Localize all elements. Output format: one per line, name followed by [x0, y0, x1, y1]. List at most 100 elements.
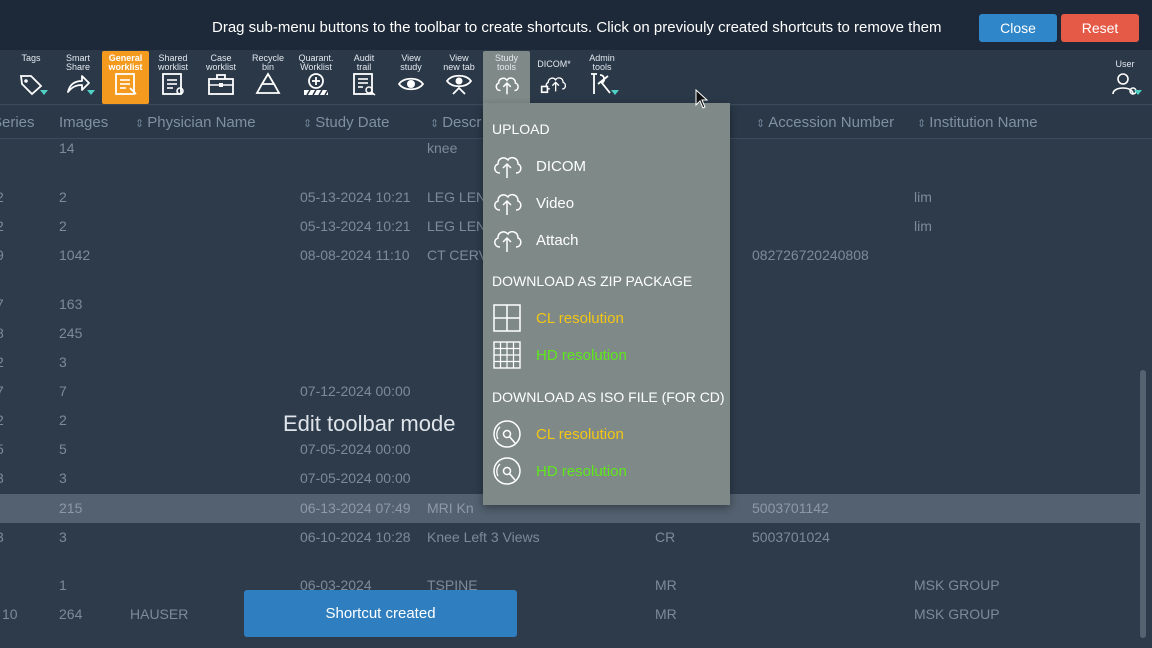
cell-images: 2	[59, 189, 67, 205]
toolbar-label: Recycle bin	[251, 53, 284, 72]
cell-images: 1042	[59, 247, 91, 263]
cell-images: 3	[59, 470, 67, 486]
cell-study-date: 07-05-2024 00:00	[300, 441, 411, 457]
cell-study-date: 06-10-2024 10:28	[300, 529, 411, 545]
toolbar-label: Case worklist	[205, 53, 236, 72]
briefcase-icon	[207, 71, 235, 97]
column-header-study-date[interactable]: ⇕ Study Date	[303, 114, 389, 131]
cell-description: knee	[427, 140, 458, 156]
audit-icon	[350, 71, 378, 97]
toolbar-label: Study tools	[494, 53, 518, 72]
menu-item-label: CL resolution	[536, 309, 624, 327]
toolbar-recycle-bin[interactable]: Recycle bin	[248, 51, 288, 104]
column-header-images[interactable]: Images	[59, 114, 108, 131]
vertical-scrollbar[interactable]	[1140, 370, 1146, 638]
table-row[interactable]: 1 06-03-2024 TSPINE MR MSK GROUP	[0, 571, 1140, 600]
edit-mode-label: Edit toolbar mode	[283, 411, 456, 436]
disc-icon	[491, 418, 523, 450]
column-header-physician[interactable]: ⇕ Physician Name	[135, 114, 256, 131]
cell-series: 2	[0, 354, 4, 370]
cell-images: 14	[59, 140, 75, 156]
close-button[interactable]: Close	[979, 14, 1057, 42]
toolbar-study-tools[interactable]: Study tools	[483, 51, 530, 104]
cell-series: 3	[0, 529, 4, 545]
cell-study-date: 06-13-2024 07:49	[300, 500, 411, 516]
admin-tools-icon	[588, 71, 619, 97]
menu-item-zip-hd-resolution[interactable]: HD resolution	[491, 338, 721, 372]
cell-modality: CR	[655, 529, 676, 545]
cell-physician: HAUSER	[130, 606, 189, 622]
toolbar-smart-share[interactable]: Smart Share	[58, 51, 98, 104]
cell-modality: MR	[655, 577, 677, 593]
cloud-upload-icon	[493, 71, 521, 97]
sort-icon: ⇕	[135, 118, 145, 130]
menu-item-iso-cl-resolution[interactable]: CL resolution	[491, 417, 721, 451]
menu-item-upload-video[interactable]: Video	[491, 186, 721, 220]
toolbar-label: Quarant. Worklist	[298, 53, 334, 72]
edit-toolbar-banner: Drag sub-menu buttons to the toolbar to …	[0, 0, 1152, 50]
toolbar-audit-trail[interactable]: Audit trail	[344, 51, 384, 104]
menu-item-label: Video	[536, 194, 575, 212]
toolbar-label: Admin tools	[589, 53, 615, 72]
column-header-description[interactable]: ⇕ Descr	[430, 114, 481, 131]
quarantine-icon	[302, 71, 330, 97]
menu-heading-upload: UPLOAD	[492, 121, 550, 137]
toolbar-quarantine-worklist[interactable]: Quarant. Worklist	[294, 51, 338, 104]
toolbar-admin-tools[interactable]: Admin tools	[582, 51, 622, 104]
menu-item-iso-hd-resolution[interactable]: HD resolution	[491, 454, 721, 488]
cell-images: 1	[59, 577, 67, 593]
column-header-institution[interactable]: ⇕ Institution Name	[917, 114, 1038, 131]
cell-series: 10	[2, 606, 18, 622]
toolbar-label: General worklist	[108, 53, 143, 72]
shortcut-created-toast: Shortcut created	[244, 590, 517, 637]
cell-images: 2	[59, 412, 67, 428]
sort-icon: ⇕	[430, 118, 440, 130]
cloud-upload-icon	[491, 150, 523, 182]
menu-heading-iso: DOWNLOAD AS ISO FILE (FOR CD)	[492, 389, 725, 405]
toolbar-view-new-tab[interactable]: View new tab	[437, 51, 481, 104]
cell-series: 7	[0, 383, 4, 399]
cell-images: 5	[59, 441, 67, 457]
menu-item-zip-cl-resolution[interactable]: CL resolution	[491, 301, 721, 335]
toolbar-label: User	[1115, 59, 1135, 69]
menu-heading-zip: DOWNLOAD AS ZIP PACKAGE	[492, 273, 693, 289]
toolbar-general-worklist[interactable]: General worklist	[102, 51, 149, 104]
recycle-icon	[254, 71, 282, 97]
cell-series: 2	[0, 218, 4, 234]
user-settings-icon	[1111, 71, 1142, 97]
toolbar-shared-worklist[interactable]: Shared worklist	[152, 51, 194, 104]
table-row[interactable]: 10 264 HAUSER MR MSK GROUP	[0, 600, 1140, 629]
cell-images: 3	[59, 529, 67, 545]
toolbar-tags[interactable]: Tags	[12, 51, 50, 104]
table-row[interactable]: 3 3 06-10-2024 10:28 Knee Left 3 Views C…	[0, 523, 1140, 552]
cell-series: 9	[0, 247, 4, 263]
toolbar-label: DICOM*	[537, 59, 571, 69]
column-header-series[interactable]: Series	[0, 114, 35, 131]
toolbar-dicom[interactable]: DICOM*	[532, 51, 576, 104]
menu-item-label: HD resolution	[536, 462, 627, 480]
cell-series: 7	[0, 296, 4, 312]
cell-images: 264	[59, 606, 83, 622]
cell-images: 215	[59, 500, 83, 516]
column-header-accession[interactable]: ⇕ Accession Number	[756, 114, 894, 131]
menu-item-label: HD resolution	[536, 346, 627, 364]
mouse-cursor-icon	[695, 88, 709, 114]
disc-icon	[491, 455, 523, 487]
cell-description: Knee Left 3 Views	[427, 529, 540, 545]
cell-description: CT CERV	[427, 247, 488, 263]
reset-button[interactable]: Reset	[1061, 14, 1139, 42]
cell-series: 2	[0, 412, 4, 428]
toolbar-case-worklist[interactable]: Case worklist	[200, 51, 242, 104]
menu-item-label: DICOM	[536, 157, 586, 175]
toolbar-user[interactable]: User	[1106, 51, 1144, 104]
menu-item-upload-attach[interactable]: Attach	[491, 223, 721, 257]
share-arrow-icon	[64, 71, 95, 97]
menu-item-upload-dicom[interactable]: DICOM	[491, 149, 721, 183]
eye-icon	[397, 71, 425, 97]
eye-newtab-icon	[445, 71, 473, 97]
cell-accession: 082726720240808	[752, 247, 869, 263]
sort-icon: ⇕	[756, 118, 766, 130]
cell-accession: 5003701024	[752, 529, 830, 545]
tag-icon	[17, 71, 48, 97]
toolbar-view-study[interactable]: View study	[391, 51, 431, 104]
